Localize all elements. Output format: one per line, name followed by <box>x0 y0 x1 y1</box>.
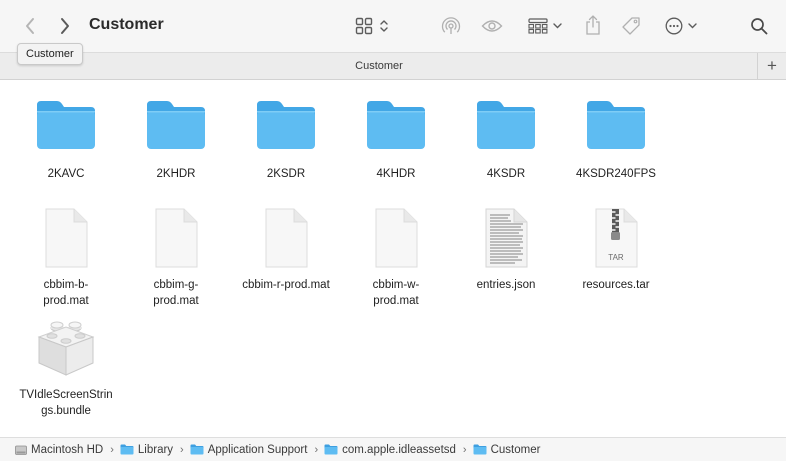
file-name: cbbim-w- prod.mat <box>372 279 420 307</box>
file-item[interactable]: cbbim-w- prod.mat <box>346 207 446 307</box>
folder-icon <box>477 101 535 149</box>
path-label: Customer <box>490 443 541 456</box>
path-separator: › <box>314 443 319 456</box>
file-name: 2KSDR <box>266 168 306 180</box>
search-icon <box>751 18 768 35</box>
folder-icon <box>37 101 95 149</box>
file-name: 2KAVC <box>47 168 85 180</box>
path-separator: › <box>462 443 467 456</box>
document-icon <box>265 208 308 268</box>
bundle-lego-icon <box>37 321 95 376</box>
document-icon <box>45 208 88 268</box>
folder-icon <box>147 101 205 149</box>
json-document-icon <box>485 208 528 268</box>
file-item[interactable]: 2KHDR <box>126 99 226 189</box>
path-separator: › <box>110 443 114 456</box>
folder-icon <box>367 101 425 149</box>
title-tooltip: Customer <box>17 43 83 65</box>
file-name: TVIdleScreenStrin gs.bundle <box>19 389 113 417</box>
chevron-down-icon <box>688 23 697 29</box>
back-button[interactable] <box>20 14 40 38</box>
path-item-macintosh-hd[interactable]: Macintosh HD <box>15 444 103 456</box>
more-icon <box>665 17 683 35</box>
file-item[interactable]: 4KSDR240FPS <box>566 99 666 189</box>
document-icon <box>375 208 418 268</box>
file-item[interactable]: TVIdleScreenStrin gs.bundle <box>16 319 116 429</box>
file-item[interactable]: cbbim-r-prod.mat <box>236 207 336 307</box>
file-name: cbbim-r-prod.mat <box>242 279 330 291</box>
search-button[interactable] <box>748 14 770 38</box>
file-name: 4KSDR240FPS <box>576 168 656 180</box>
file-item[interactable]: 4KSDR <box>456 99 556 189</box>
file-item[interactable]: cbbim-b- prod.mat <box>16 207 116 307</box>
view-mode-button[interactable] <box>354 14 390 38</box>
quick-look-button[interactable] <box>480 14 504 38</box>
toolbar: Customer <box>0 0 786 52</box>
new-tab-button[interactable]: + <box>757 53 786 80</box>
archive-badge: TAR <box>608 253 624 262</box>
more-button[interactable] <box>662 14 700 38</box>
folder-icon <box>324 444 338 455</box>
share-button[interactable] <box>583 13 603 37</box>
forward-icon <box>61 18 69 34</box>
file-grid: 2KAVC 2KHDR 2KSDR 4KHDR 4KSDR 4KSDR240FP… <box>0 81 786 435</box>
path-label: com.apple.idleassetsd <box>342 443 456 456</box>
tag-button[interactable] <box>620 14 642 38</box>
folder-icon <box>473 444 487 455</box>
file-name: entries.json <box>476 279 536 291</box>
folder-icon <box>120 444 134 455</box>
folder-icon <box>257 101 315 149</box>
path-label: Library <box>137 443 174 456</box>
file-item[interactable]: 4KHDR <box>346 99 446 189</box>
tab-customer[interactable]: Customer <box>0 53 758 80</box>
file-name: resources.tar <box>582 279 650 291</box>
path-item-idleassetsd[interactable]: com.apple.idleassetsd <box>324 444 456 456</box>
file-name: 2KHDR <box>156 168 196 180</box>
back-icon <box>26 18 34 34</box>
file-item[interactable]: 2KSDR <box>236 99 336 189</box>
sort-icon <box>380 20 388 32</box>
file-item[interactable]: TAR resources.tar <box>566 207 666 307</box>
path-separator: › <box>180 443 184 456</box>
airdrop-icon <box>441 17 461 34</box>
group-icon <box>528 18 548 34</box>
path-item-application-support[interactable]: Application Support <box>190 443 308 456</box>
file-item[interactable]: cbbim-g- prod.mat <box>126 207 226 307</box>
group-button[interactable] <box>526 14 564 38</box>
window-title: Customer <box>89 16 164 33</box>
tab-bar: Customer + <box>0 52 786 80</box>
tag-icon <box>622 17 640 35</box>
document-icon <box>155 208 198 268</box>
file-item[interactable]: 2KAVC <box>16 99 116 189</box>
file-name: 4KSDR <box>486 168 526 180</box>
folder-icon <box>587 101 645 149</box>
airdrop-button[interactable] <box>440 14 462 38</box>
path-item-library[interactable]: Library <box>120 444 173 456</box>
share-icon <box>586 15 600 35</box>
file-name: cbbim-b- prod.mat <box>43 279 89 307</box>
path-item-customer[interactable]: Customer <box>473 443 541 456</box>
folder-icon <box>190 444 204 455</box>
chevron-down-icon <box>553 23 562 29</box>
file-item[interactable]: entries.json <box>456 207 556 307</box>
quick-look-icon <box>481 20 503 32</box>
forward-button[interactable] <box>55 14 75 38</box>
path-label: Macintosh HD <box>31 443 104 456</box>
disk-icon <box>15 444 27 456</box>
grid-view-icon <box>355 17 373 35</box>
file-name: 4KHDR <box>376 168 416 180</box>
path-bar: Macintosh HD › Library › Application Sup… <box>0 437 786 461</box>
path-label: Application Support <box>207 443 308 456</box>
file-name: cbbim-g- prod.mat <box>153 279 199 307</box>
